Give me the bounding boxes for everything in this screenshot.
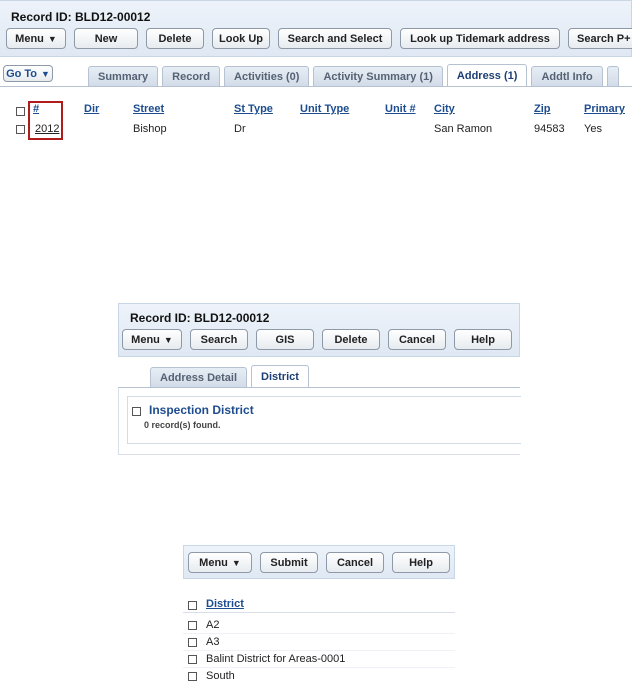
- tab-activity-summary[interactable]: Activity Summary (1): [313, 66, 443, 86]
- district-checkbox[interactable]: [188, 672, 197, 681]
- menu-label-2: Menu: [131, 333, 160, 346]
- row-checkbox[interactable]: [16, 125, 25, 134]
- menu-button-3[interactable]: Menu ▼: [188, 552, 252, 573]
- detail-tabs: Address Detail District: [150, 365, 309, 387]
- record-title-2: Record ID: BLD12-00012: [130, 311, 270, 325]
- tab-district[interactable]: District: [251, 365, 309, 387]
- row-st-type: Dr: [234, 123, 246, 135]
- district-name: Balint District for Areas-0001: [206, 653, 346, 665]
- tab-address-detail[interactable]: Address Detail: [150, 367, 248, 387]
- help-button-3[interactable]: Help: [392, 552, 450, 573]
- row-street: Bishop: [133, 123, 167, 135]
- cancel-button[interactable]: Cancel: [388, 329, 446, 350]
- menu-label: Menu: [15, 32, 44, 45]
- district-checkbox[interactable]: [188, 621, 197, 630]
- list-item: A2: [183, 617, 455, 634]
- column-header-unit-type[interactable]: Unit Type: [300, 103, 349, 115]
- tab-addtl-info[interactable]: Addtl Info: [531, 66, 603, 86]
- delete-button-2[interactable]: Delete: [322, 329, 380, 350]
- row-zip: 94583: [534, 123, 565, 135]
- column-header-street[interactable]: Street: [133, 103, 164, 115]
- search-and-select-button[interactable]: Search and Select: [278, 28, 392, 49]
- toolbar-2: Menu ▼ Search GIS Delete Cancel Help: [122, 329, 512, 350]
- help-button[interactable]: Help: [454, 329, 512, 350]
- list-item: Balint District for Areas-0001: [183, 651, 455, 668]
- submit-button[interactable]: Submit: [260, 552, 318, 573]
- search-p-button[interactable]: Search P+: [568, 28, 632, 49]
- tab-more[interactable]: [606, 66, 619, 86]
- record-title: Record ID: BLD12-00012: [11, 10, 151, 24]
- picker-toolbar-strip: Menu ▼ Submit Cancel Help: [183, 545, 455, 579]
- district-name: A2: [206, 619, 220, 631]
- row-primary: Yes: [584, 123, 602, 135]
- goto-caret-icon: ▼: [41, 68, 50, 79]
- record-count: 0 record(s) found.: [144, 420, 221, 430]
- inspection-district-checkbox[interactable]: [132, 407, 141, 416]
- menu-caret-icon-2: ▼: [163, 334, 173, 345]
- column-header-st-type[interactable]: St Type: [234, 103, 273, 115]
- column-header-district[interactable]: District: [206, 598, 244, 610]
- new-button[interactable]: New: [74, 28, 138, 49]
- list-item: A3: [183, 634, 455, 651]
- record-header: Record ID: BLD12-00012 Menu ▼ New Delete …: [0, 0, 632, 57]
- address-record-panel: Record ID: BLD12-00012 Menu ▼ New Delete …: [0, 0, 632, 142]
- tab-record[interactable]: Record: [162, 66, 221, 86]
- gis-button[interactable]: GIS: [256, 329, 314, 350]
- district-content: Inspection District 0 record(s) found.: [118, 387, 521, 455]
- menu-caret-icon: ▼: [47, 33, 57, 44]
- table-row: 2012 Bishop Dr San Ramon 94583 Yes: [0, 121, 632, 139]
- toolbar: Menu ▼ New Delete Look Up Search and Sele…: [6, 28, 632, 49]
- menu-button[interactable]: Menu ▼: [6, 28, 66, 49]
- menu-button-2[interactable]: Menu ▼: [122, 329, 182, 350]
- look-up-button[interactable]: Look Up: [212, 28, 270, 49]
- menu-label-3: Menu: [199, 556, 228, 569]
- delete-button[interactable]: Delete: [146, 28, 204, 49]
- record-tabs: Summary Record Activities (0) Activity S…: [88, 64, 619, 86]
- toolbar-3: Menu ▼ Submit Cancel Help: [188, 552, 450, 573]
- column-header-unit-number[interactable]: Unit #: [385, 103, 416, 115]
- goto-button[interactable]: Go To ▼: [3, 65, 53, 82]
- district-list: District A2 A3 Balint District for Areas…: [183, 589, 455, 684]
- district-panel: Record ID: BLD12-00012 Menu ▼ Search GIS …: [118, 303, 521, 455]
- row-city: San Ramon: [434, 123, 493, 135]
- tab-activities[interactable]: Activities (0): [224, 66, 310, 86]
- district-checkbox[interactable]: [188, 638, 197, 647]
- inspection-district-box: Inspection District 0 record(s) found.: [127, 396, 521, 444]
- inspection-district-title: Inspection District: [149, 403, 254, 417]
- list-item: South: [183, 668, 455, 684]
- district-name: South: [206, 670, 235, 682]
- district-list-header: District: [183, 589, 455, 613]
- record-header-2: Record ID: BLD12-00012 Menu ▼ Search GIS …: [118, 303, 520, 357]
- column-header-primary[interactable]: Primary: [584, 103, 625, 115]
- select-all-checkbox[interactable]: [16, 107, 25, 116]
- column-header-city[interactable]: City: [434, 103, 455, 115]
- district-name: A3: [206, 636, 220, 648]
- cancel-button-3[interactable]: Cancel: [326, 552, 384, 573]
- grid-frame: # Dir Street St Type Unit Type Unit # Ci…: [0, 86, 632, 142]
- tab-address[interactable]: Address (1): [446, 64, 528, 86]
- goto-label: Go To: [6, 67, 38, 80]
- tab-summary[interactable]: Summary: [88, 66, 159, 86]
- select-all-districts-checkbox[interactable]: [188, 601, 197, 610]
- column-header-dir[interactable]: Dir: [84, 103, 99, 115]
- number-column-highlight: [28, 101, 63, 140]
- search-button[interactable]: Search: [190, 329, 248, 350]
- look-up-tidemark-button[interactable]: Look up Tidemark address: [400, 28, 560, 49]
- menu-caret-icon-3: ▼: [231, 557, 241, 568]
- district-checkbox[interactable]: [188, 655, 197, 664]
- column-header-zip[interactable]: Zip: [534, 103, 551, 115]
- district-picker-panel: Menu ▼ Submit Cancel Help District A2 A3 …: [183, 545, 455, 684]
